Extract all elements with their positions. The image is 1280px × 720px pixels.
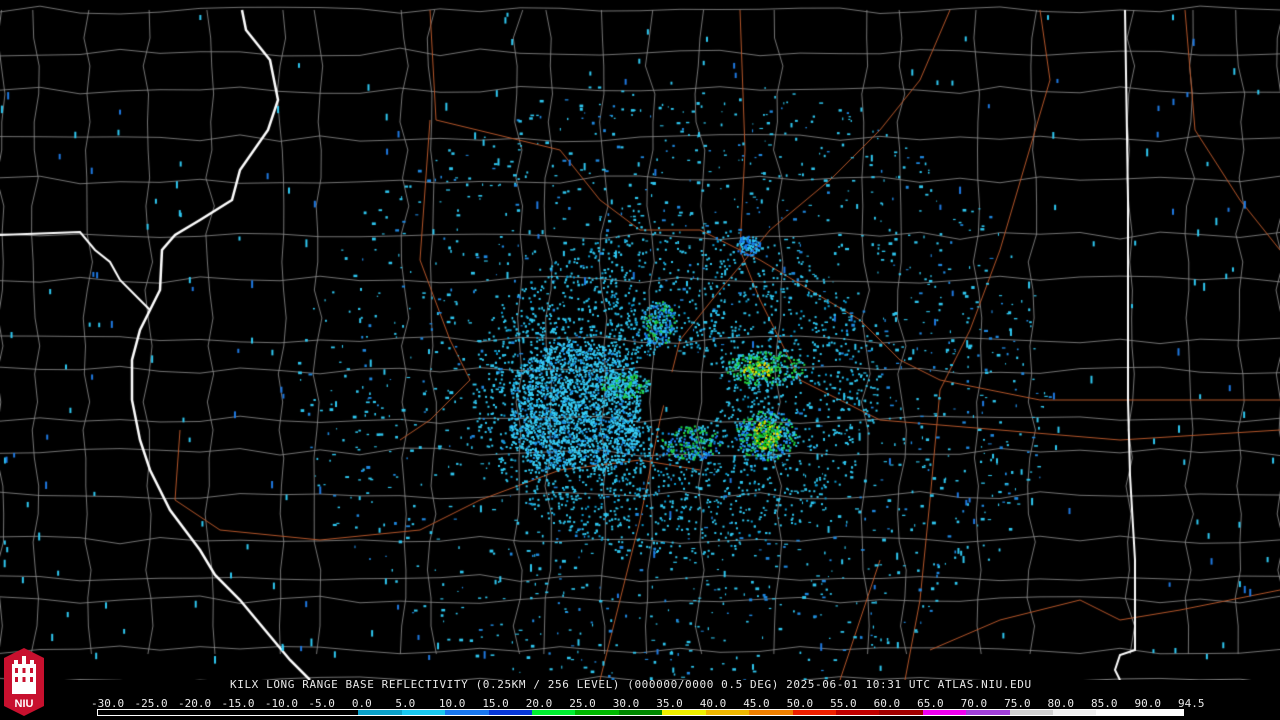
radar-map [0, 0, 1280, 680]
colorbar-segment [271, 710, 316, 715]
colorbar-segment [1096, 710, 1140, 715]
logo-text: NIU [15, 698, 34, 710]
reflectivity-colorbar [97, 709, 1184, 716]
product-caption: KILX LONG RANGE BASE REFLECTIVITY (0.25K… [230, 678, 1032, 691]
colorbar-segment [705, 710, 750, 715]
colorbar-segment [315, 710, 359, 715]
colorbar-segment [618, 710, 663, 715]
colorbar-segment [228, 710, 272, 715]
colorbar-segment [1009, 710, 1053, 715]
colorbar-segment [401, 710, 446, 715]
colorbar-segment [966, 710, 1010, 715]
colorbar-segment [532, 710, 576, 715]
reflectivity-scale-labels: -30.0 -25.0 -20.0 -15.0 -10.0 -5.0 0.0 5.0 10.0 1… [91, 697, 1205, 710]
colorbar-segment [879, 710, 923, 715]
colorbar-segment [749, 710, 793, 715]
colorbar-segment [1052, 710, 1097, 715]
colorbar-segment [98, 710, 142, 715]
colorbar-segment [792, 710, 836, 715]
colorbar-segment [445, 710, 489, 715]
colorbar-segment [575, 710, 619, 715]
colorbar-segment [141, 710, 185, 715]
colorbar-segment [662, 710, 706, 715]
niu-logo: NIU [4, 648, 44, 716]
colorbar-segment [488, 710, 533, 715]
colorbar-segment [184, 710, 229, 715]
colorbar-segment [1139, 710, 1184, 715]
colorbar-segment [358, 710, 402, 715]
colorbar-segment [835, 710, 880, 715]
colorbar-segment [922, 710, 967, 715]
